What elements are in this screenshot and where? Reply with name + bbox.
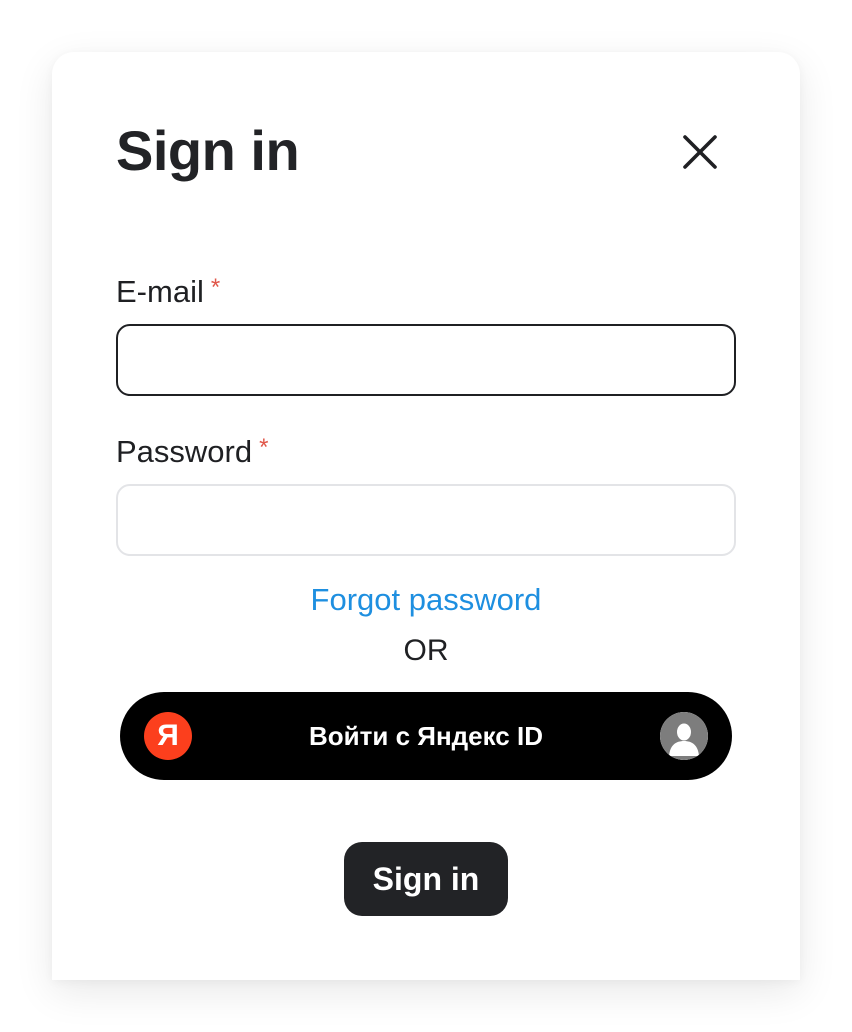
email-label: E-mail * [116, 272, 220, 312]
dialog-title: Sign in [116, 119, 300, 182]
close-button[interactable] [676, 128, 724, 176]
email-field[interactable] [116, 324, 736, 396]
forgot-password-link[interactable]: Forgot password [52, 580, 800, 620]
sign-in-dialog: Sign in E-mail * Password * Forgot passw… [52, 52, 800, 980]
password-required-marker: * [259, 434, 269, 461]
sign-in-button[interactable]: Sign in [344, 842, 508, 916]
password-label: Password * [116, 432, 268, 472]
yandex-id-button[interactable]: Я Войти с Яндекс ID [120, 692, 732, 780]
yandex-id-button-label: Войти с Яндекс ID [309, 721, 543, 751]
email-label-text: E-mail [116, 274, 204, 309]
password-label-text: Password [116, 434, 253, 469]
user-avatar-icon [660, 712, 708, 760]
or-separator: OR [403, 634, 449, 667]
password-field[interactable] [116, 484, 736, 556]
close-icon [683, 135, 717, 169]
email-required-marker: * [210, 274, 221, 301]
